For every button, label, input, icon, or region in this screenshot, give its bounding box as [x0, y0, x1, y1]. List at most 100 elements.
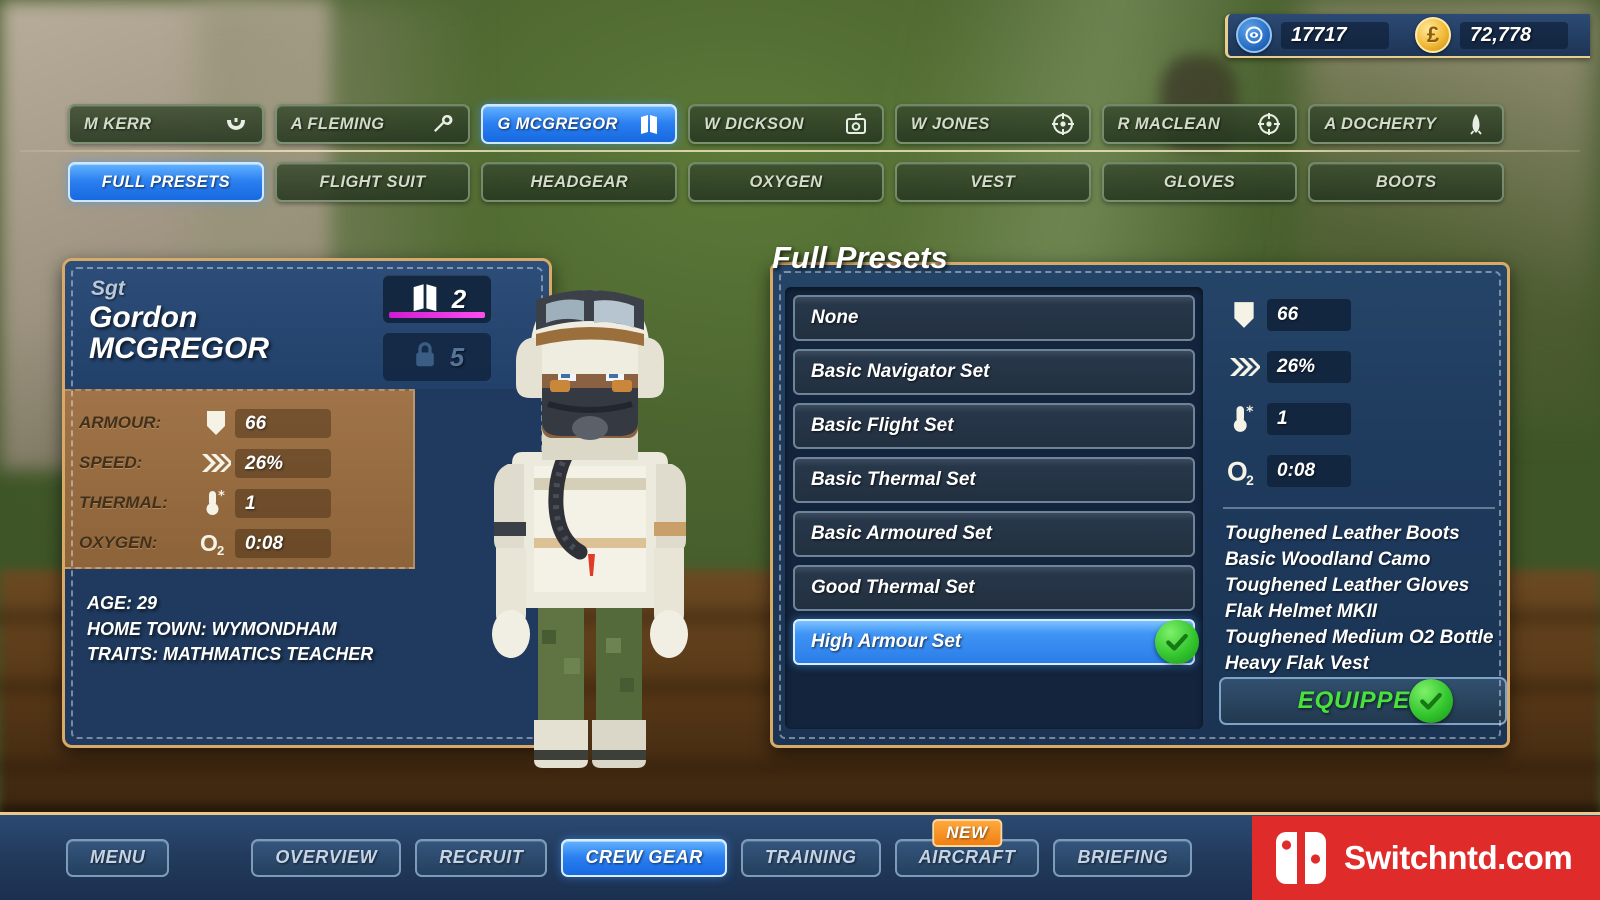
crew-tab-label: A DOCHERTY	[1324, 114, 1437, 133]
stat-label: SPEED:	[79, 453, 143, 472]
tab-gloves[interactable]: GLOVES	[1101, 162, 1298, 202]
recon-counter: 17717	[1236, 17, 1389, 53]
nav-label: BRIEFING	[1077, 847, 1169, 867]
gunsight-icon	[1051, 112, 1075, 136]
svg-text:2: 2	[1246, 472, 1254, 486]
stat-value: 26%	[235, 448, 331, 478]
nav-label: MENU	[90, 847, 146, 867]
list-item[interactable]: None	[793, 295, 1195, 341]
resource-hud: 17717 £ 72,778	[1225, 14, 1590, 58]
check-circle-icon	[1155, 620, 1199, 664]
gear-item: Toughened Leather Boots	[1225, 523, 1460, 544]
preview-stat-speed: 26%	[1221, 341, 1501, 393]
nav-label: AIRCRAFT	[918, 847, 1016, 867]
character-name: Gordon MCGREGOR	[89, 301, 389, 364]
presets-panel: None Basic Navigator Set Basic Flight Se…	[770, 262, 1510, 748]
preview-stat-thermal: * 1	[1221, 393, 1501, 445]
list-item-selected[interactable]: High Armour Set	[793, 619, 1199, 665]
slot-tab-label: GLOVES	[1163, 172, 1236, 191]
slot-tab-label: FULL PRESETS	[101, 172, 230, 191]
character-stats-panel: ARMOUR: 66 SPEED: 26% THERMAL: * 1 OXYGE…	[65, 389, 415, 569]
tab-vest[interactable]: VEST	[894, 162, 1091, 202]
gear-item: Flak Helmet MKII	[1225, 601, 1378, 623]
site-watermark: Switchntd.com	[1252, 816, 1600, 900]
stat-value: 0:08	[235, 528, 331, 558]
crew-tab-a-docherty[interactable]: A DOCHERTY	[1308, 104, 1505, 144]
wrench-icon	[430, 112, 454, 136]
radio-icon	[844, 112, 868, 136]
crew-tab-w-dickson[interactable]: W DICKSON	[688, 104, 884, 144]
crew-tab-w-jones[interactable]: W JONES	[894, 104, 1091, 144]
stat-row-speed: SPEED: 26%	[79, 443, 413, 483]
preset-list[interactable]: None Basic Navigator Set Basic Flight Se…	[785, 287, 1203, 729]
money-counter: £ 72,778	[1415, 17, 1568, 53]
crew-tab-label: R MACLEAN	[1117, 114, 1221, 133]
nav-button-recruit[interactable]: RECRUIT	[415, 838, 548, 877]
nav-button-crew-gear[interactable]: CREW GEAR	[561, 838, 727, 877]
equipped-button[interactable]: EQUIPPED	[1219, 677, 1507, 725]
character-first-name: Gordon	[89, 301, 198, 334]
thermometer-icon: *	[197, 489, 235, 517]
new-badge: NEW	[932, 818, 1002, 847]
slot-tab-label: BOOTS	[1375, 172, 1437, 191]
yoke-icon	[224, 112, 248, 136]
crew-tab-label: M KERR	[84, 114, 152, 133]
svg-text:O: O	[200, 530, 218, 556]
svg-text:*: *	[1246, 404, 1253, 420]
recon-value: 17717	[1281, 21, 1389, 49]
stat-row-thermal: THERMAL: * 1	[79, 483, 413, 523]
gear-item: Basic Woodland Camo	[1225, 549, 1431, 571]
watermark-text: Switchntd.com	[1344, 839, 1573, 876]
crew-tab-label: G MCGREGOR	[497, 114, 618, 133]
crew-tab-g-mcgregor[interactable]: G MCGREGOR	[481, 104, 678, 144]
list-item[interactable]: Basic Thermal Set	[793, 457, 1195, 503]
crew-tab-m-kerr[interactable]: M KERR	[68, 104, 264, 144]
preset-label: Basic Thermal Set	[811, 469, 976, 490]
preset-label: Good Thermal Set	[811, 577, 975, 598]
nav-button-aircraft[interactable]: NEW AIRCRAFT	[894, 818, 1040, 877]
tab-boots[interactable]: BOOTS	[1308, 162, 1505, 202]
gear-slot-tab-row: FULL PRESETS FLIGHT SUIT HEADGEAR OXYGEN…	[68, 162, 1505, 202]
panel-divider	[1223, 507, 1495, 509]
crew-tab-r-maclean[interactable]: R MACLEAN	[1101, 104, 1298, 144]
tab-oxygen[interactable]: OXYGEN	[688, 162, 884, 202]
chevrons-icon	[1221, 356, 1267, 378]
gear-item: Heavy Flak Vest	[1225, 653, 1369, 675]
list-item[interactable]: Basic Armoured Set	[793, 511, 1195, 557]
pound-coin-icon: £	[1415, 17, 1451, 53]
stat-value: 66	[235, 408, 331, 438]
page-title: Full Presets	[772, 240, 948, 275]
crew-tab-label: W JONES	[910, 114, 990, 133]
nav-label: TRAINING	[764, 847, 857, 867]
switch-joycon-icon	[1272, 830, 1330, 886]
nav-button-briefing[interactable]: BRIEFING	[1053, 838, 1193, 877]
svg-text:O: O	[1227, 457, 1248, 486]
nav-button-overview[interactable]: OVERVIEW	[251, 838, 402, 877]
list-item[interactable]: Good Thermal Set	[793, 565, 1195, 611]
character-rank: Sgt	[91, 277, 125, 300]
crew-tab-row: M KERR A FLEMING G MCGREGOR W DICKSON W …	[68, 104, 1505, 144]
stat-label: THERMAL:	[79, 493, 168, 512]
preset-label: None	[811, 307, 859, 328]
oxygen-icon: O 2	[197, 529, 235, 557]
preset-label: Basic Armoured Set	[811, 523, 992, 544]
preview-stat-value: 0:08	[1267, 455, 1351, 487]
tab-full-presets[interactable]: FULL PRESETS	[68, 162, 264, 202]
stat-row-armour: ARMOUR: 66	[79, 403, 413, 443]
tab-headgear[interactable]: HEADGEAR	[481, 162, 678, 202]
nav-button-training[interactable]: TRAINING	[740, 838, 881, 877]
nav-button-menu[interactable]: MENU	[66, 838, 170, 877]
equipped-gear-list: Toughened Leather Boots Basic Woodland C…	[1221, 521, 1501, 677]
list-item[interactable]: Basic Flight Set	[793, 403, 1195, 449]
bomb-icon	[1464, 112, 1488, 136]
slot-tab-label: VEST	[970, 172, 1016, 191]
preview-stats-panel: 66 26% * 1 O 2 0:08 Toughened Leather Bo…	[1221, 289, 1501, 677]
preview-stat-value: 26%	[1267, 351, 1351, 383]
gunsight-icon	[1257, 112, 1281, 136]
svg-text:*: *	[218, 489, 225, 504]
crew-tab-a-fleming[interactable]: A FLEMING	[274, 104, 471, 144]
list-item[interactable]: Basic Navigator Set	[793, 349, 1195, 395]
tab-flight-suit[interactable]: FLIGHT SUIT	[274, 162, 471, 202]
character-model-preview	[430, 238, 750, 778]
money-value: 72,778	[1460, 21, 1568, 49]
